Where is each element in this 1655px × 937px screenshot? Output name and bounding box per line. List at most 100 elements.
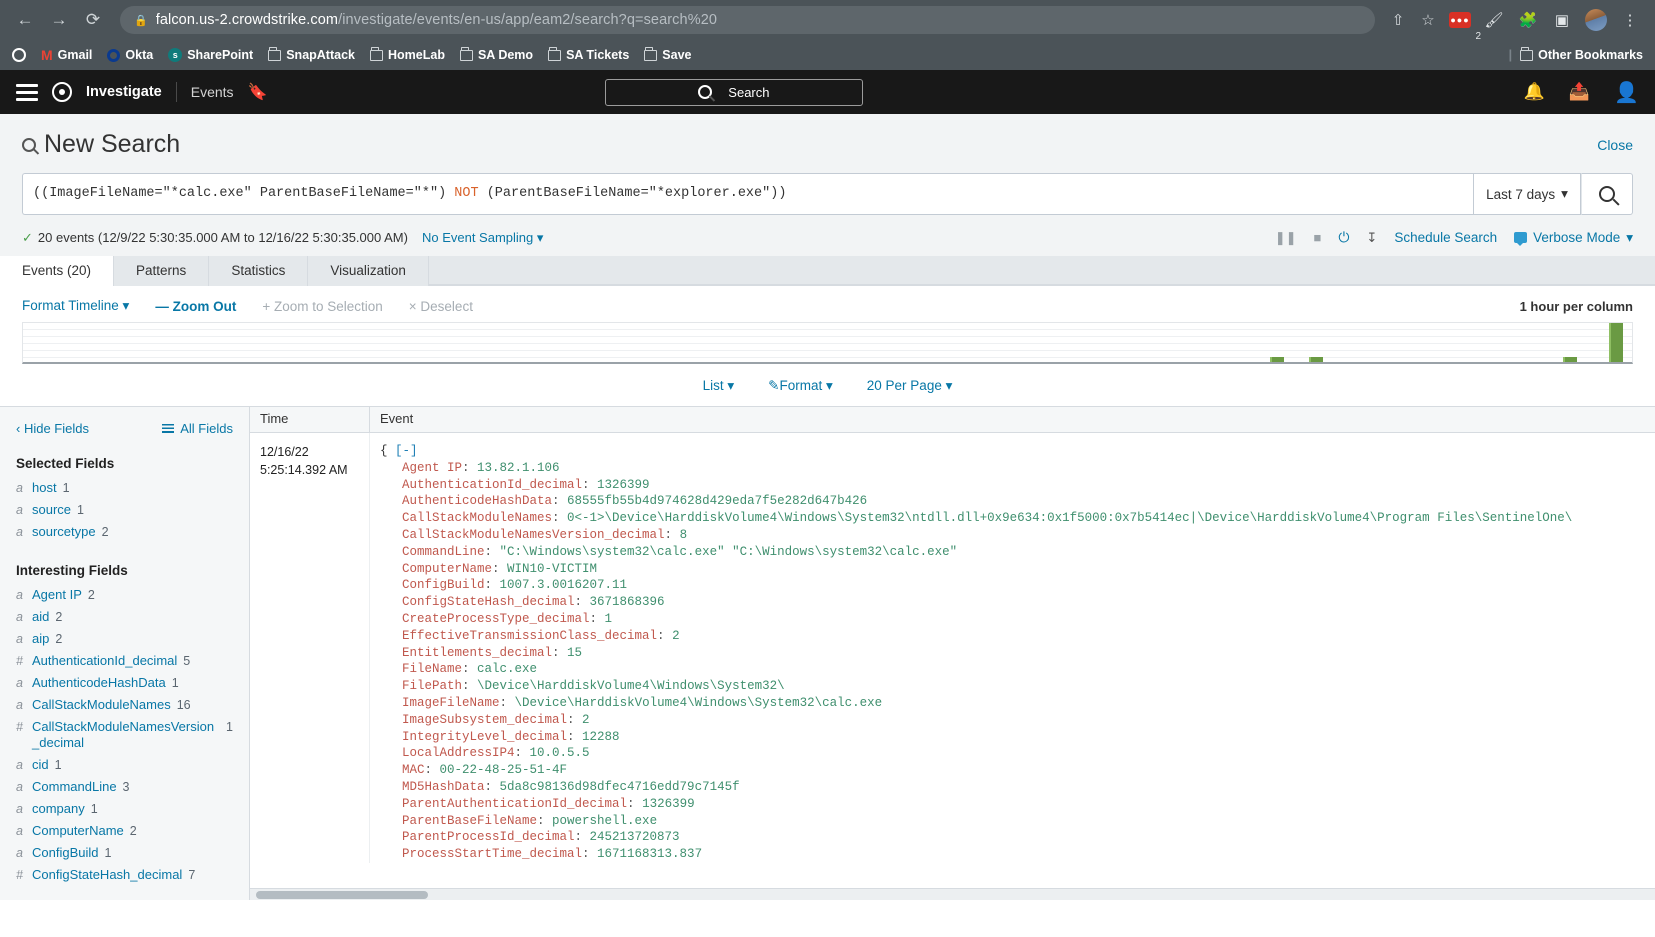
field-item-sourcetype[interactable]: a sourcetype 2 <box>16 521 233 543</box>
bookmark-save[interactable]: Save <box>644 48 691 62</box>
json-key[interactable]: CreateProcessType_decimal <box>402 612 590 626</box>
spl-query-input[interactable]: ((ImageFileName="*calc.exe" ParentBaseFi… <box>22 173 1473 215</box>
field-item[interactable]: aaip2 <box>16 628 233 650</box>
json-key[interactable]: AuthenticationId_decimal <box>402 478 582 492</box>
tab-events[interactable]: Events (20) <box>0 256 114 286</box>
event-sampling-dropdown[interactable]: No Event Sampling ▾ <box>422 230 543 246</box>
bookmark-homelab[interactable]: HomeLab <box>370 48 445 62</box>
json-value[interactable]: 1671168313.837 <box>597 847 702 861</box>
json-key[interactable]: MD5HashData <box>402 780 485 794</box>
field-item[interactable]: acompany1 <box>16 798 233 820</box>
support-icon[interactable]: 📤 <box>1569 82 1590 102</box>
verbose-mode-dropdown[interactable]: Verbose Mode ▾ <box>1514 230 1633 246</box>
json-value[interactable]: 0<-1>\Device\HarddiskVolume4\Windows\Sys… <box>567 511 1572 525</box>
timeline-bar[interactable] <box>1609 323 1623 362</box>
json-key[interactable]: EffectiveTransmissionClass_decimal <box>402 629 657 643</box>
json-key[interactable]: FilePath <box>402 679 462 693</box>
field-item[interactable]: aCallStackModuleNames16 <box>16 694 233 716</box>
chrome-menu-icon[interactable]: ⋮ <box>1615 5 1645 35</box>
user-account-icon[interactable]: 👤 <box>1614 80 1639 105</box>
list-view-dropdown[interactable]: List ▾ <box>703 378 735 394</box>
extensions-puzzle-icon[interactable]: 🧩 <box>1513 5 1543 35</box>
bookmark-icon[interactable]: 🔖 <box>248 82 268 102</box>
field-item[interactable]: aAgent IP2 <box>16 584 233 606</box>
field-item[interactable]: #ConfigStateHash_decimal7 <box>16 864 233 886</box>
json-value[interactable]: 2 <box>582 713 590 727</box>
json-key[interactable]: ImageFileName <box>402 696 500 710</box>
json-value[interactable]: 12288 <box>582 730 620 744</box>
json-key[interactable]: IntegrityLevel_decimal <box>402 730 567 744</box>
bookmark-snapattack[interactable]: SnapAttack <box>268 48 355 62</box>
global-search-input[interactable]: Search <box>605 79 863 106</box>
json-value[interactable]: 10.0.5.5 <box>530 746 590 760</box>
zoom-out-button[interactable]: — Zoom Out <box>155 299 236 314</box>
json-value[interactable]: calc.exe <box>477 662 537 676</box>
share-job-icon[interactable]: ⏻ <box>1338 229 1349 246</box>
field-item[interactable]: #AuthenticationId_decimal5 <box>16 650 233 672</box>
export-download-icon[interactable]: ↧ <box>1366 230 1377 246</box>
bookmark-okta[interactable]: Okta <box>107 48 153 62</box>
pause-icon[interactable]: ❚❚ <box>1275 230 1297 246</box>
hamburger-menu-icon[interactable] <box>16 84 38 101</box>
close-button[interactable]: Close <box>1597 137 1633 153</box>
json-value[interactable]: 15 <box>567 646 582 660</box>
field-item[interactable]: acid1 <box>16 754 233 776</box>
tab-visualization[interactable]: Visualization <box>308 256 429 286</box>
json-value[interactable]: 1007.3.0016207.11 <box>500 578 628 592</box>
scrollbar-thumb[interactable] <box>256 891 428 899</box>
schedule-search-button[interactable]: Schedule Search <box>1394 230 1497 245</box>
json-key[interactable]: ProcessStartTime_decimal <box>402 847 582 861</box>
field-item[interactable]: aaid2 <box>16 606 233 628</box>
json-key[interactable]: FileName <box>402 662 462 676</box>
bookmark-star-icon[interactable]: ☆ <box>1415 7 1441 33</box>
table-row[interactable]: 12/16/22 5:25:14.392 AM { [-] Agent IP: … <box>250 433 1655 863</box>
tab-patterns[interactable]: Patterns <box>114 256 209 286</box>
notifications-bell-icon[interactable]: 🔔 <box>1524 82 1545 102</box>
json-value[interactable]: WIN10-VICTIM <box>507 562 597 576</box>
bookmark-sa-tickets[interactable]: SA Tickets <box>548 48 629 62</box>
json-collapse-toggle[interactable]: [-] <box>395 444 418 458</box>
json-key[interactable]: ConfigBuild <box>402 578 485 592</box>
json-key[interactable]: Agent IP <box>402 461 462 475</box>
forward-icon[interactable]: → <box>44 5 74 35</box>
json-value[interactable]: 1 <box>605 612 613 626</box>
json-key[interactable]: LocalAddressIP4 <box>402 746 515 760</box>
json-key[interactable]: ConfigStateHash_decimal <box>402 595 575 609</box>
json-value[interactable]: 1326399 <box>597 478 650 492</box>
address-bar[interactable]: 🔒 falcon.us-2.crowdstrike.com/investigat… <box>120 6 1375 34</box>
field-item-source[interactable]: a source 1 <box>16 499 233 521</box>
run-search-button[interactable] <box>1581 173 1633 215</box>
json-key[interactable]: ParentAuthenticationId_decimal <box>402 797 627 811</box>
tab-statistics[interactable]: Statistics <box>209 256 308 286</box>
avatar[interactable] <box>1581 5 1611 35</box>
horizontal-scrollbar[interactable] <box>250 888 1655 900</box>
json-key[interactable]: MAC <box>402 763 425 777</box>
back-icon[interactable]: ← <box>10 5 40 35</box>
json-key[interactable]: CallStackModuleNames <box>402 511 552 525</box>
field-item-host[interactable]: a host 1 <box>16 477 233 499</box>
timeline-bar[interactable] <box>1309 357 1323 362</box>
timeline-bar[interactable] <box>1270 357 1284 362</box>
format-dropdown[interactable]: ✎Format ▾ <box>768 378 833 394</box>
hide-fields-button[interactable]: ‹ Hide Fields <box>16 421 89 436</box>
bookmark-sharepoint[interactable]: s SharePoint <box>168 48 253 62</box>
json-key[interactable]: CommandLine <box>402 545 485 559</box>
json-key[interactable]: ParentBaseFileName <box>402 814 537 828</box>
json-value[interactable]: 3671868396 <box>590 595 665 609</box>
json-key[interactable]: ParentProcessId_decimal <box>402 830 575 844</box>
json-value[interactable]: \Device\HarddiskVolume4\Windows\System32… <box>515 696 883 710</box>
json-value[interactable]: 68555fb55b4d974628d429eda7f5e282d647b426 <box>567 494 867 508</box>
field-item[interactable]: aConfigBuild1 <box>16 842 233 864</box>
all-fields-button[interactable]: All Fields <box>162 421 233 436</box>
json-value[interactable]: powershell.exe <box>552 814 657 828</box>
eyedropper-icon[interactable]: 🖌 <box>1479 5 1509 35</box>
nav-item-events[interactable]: Events <box>191 84 234 100</box>
json-value[interactable]: 245213720873 <box>590 830 680 844</box>
json-value[interactable]: 5da8c98136d98dfec4716edd79c7145f <box>500 780 740 794</box>
json-value[interactable]: "C:\Windows\system32\calc.exe" "C:\Windo… <box>500 545 958 559</box>
time-range-picker[interactable]: Last 7 days ▾ <box>1473 173 1581 215</box>
json-value[interactable]: 1326399 <box>642 797 695 811</box>
per-page-dropdown[interactable]: 20 Per Page ▾ <box>867 378 953 394</box>
field-item[interactable]: aComputerName2 <box>16 820 233 842</box>
json-key[interactable]: ImageSubsystem_decimal <box>402 713 567 727</box>
